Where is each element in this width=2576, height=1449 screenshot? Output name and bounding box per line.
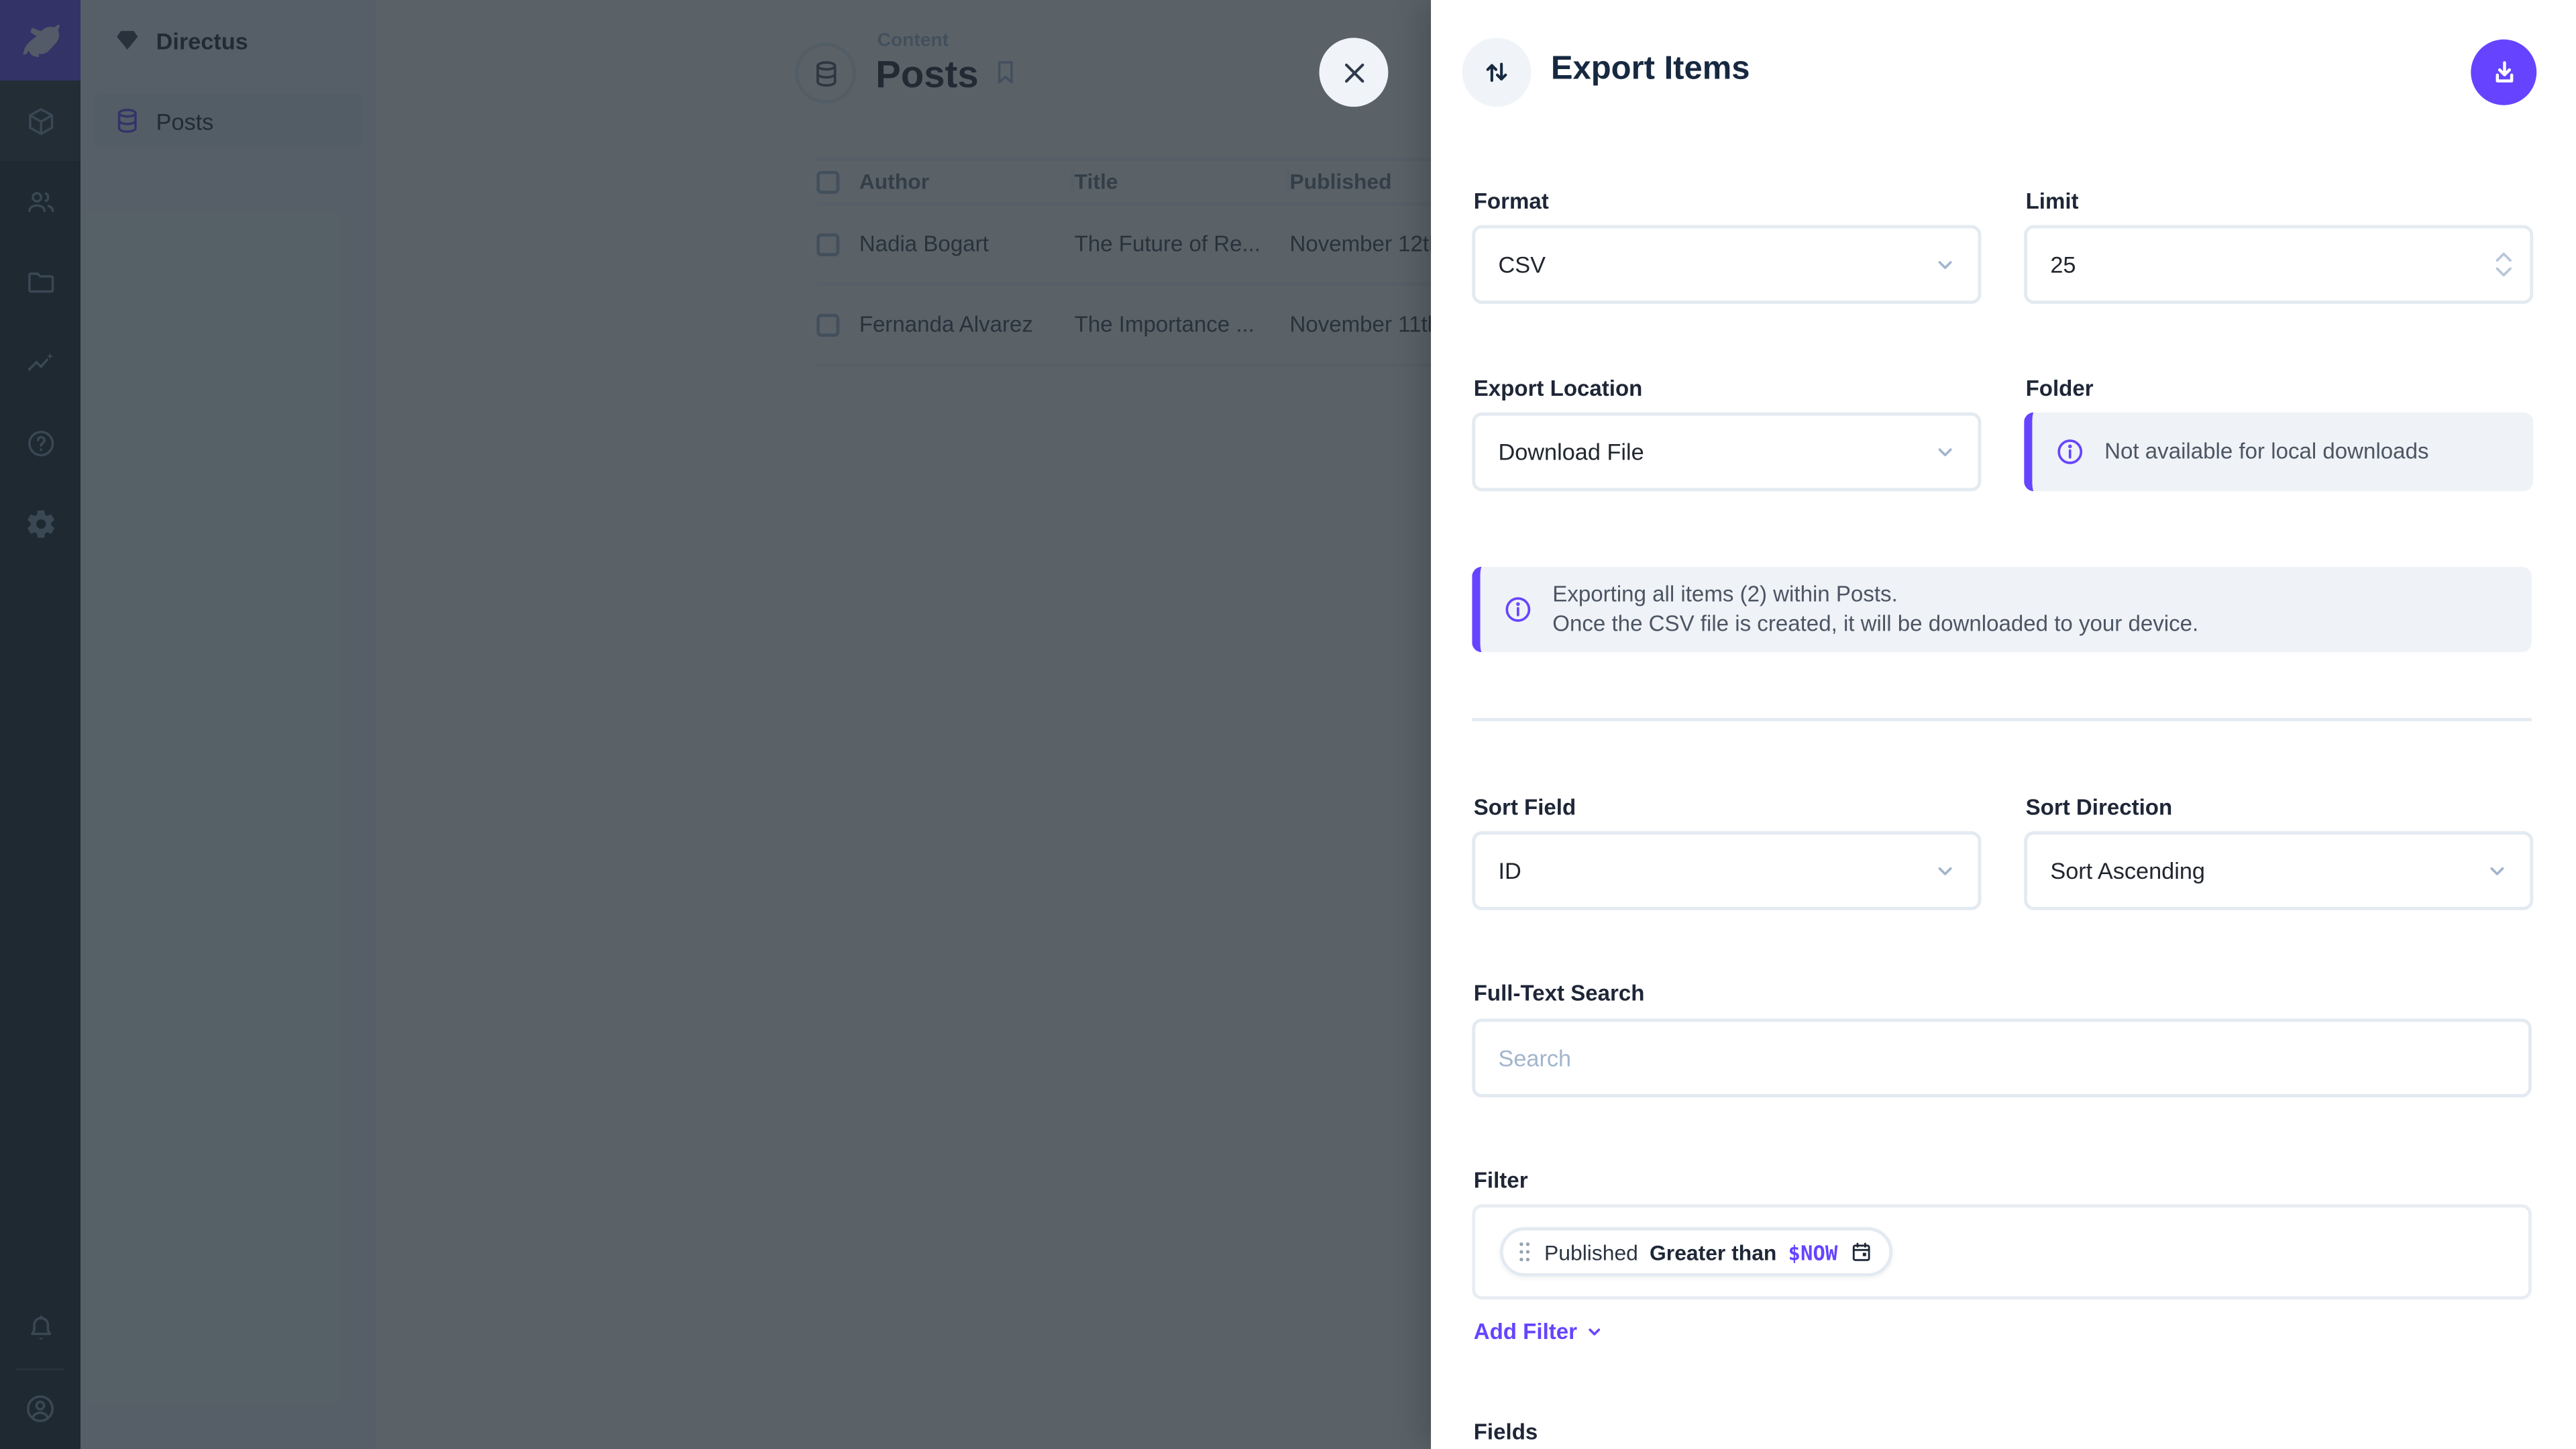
chevron-down-icon <box>1584 1321 1605 1342</box>
chevron-down-icon <box>1932 252 1958 278</box>
sort-direction-select[interactable]: Sort Ascending <box>2024 831 2533 910</box>
limit-value: 25 <box>2027 252 2494 278</box>
section-divider <box>1472 718 2532 721</box>
export-location-value: Download File <box>1475 439 1932 465</box>
limit-label: Limit <box>2026 189 2079 214</box>
limit-input[interactable]: 25 <box>2024 225 2533 305</box>
filter-operator[interactable]: Greater than <box>1650 1240 1776 1265</box>
screen: Directus Posts Content Posts <box>0 0 2576 1449</box>
filter-label: Filter <box>1474 1168 1528 1193</box>
chevron-up-icon <box>2494 252 2514 263</box>
folder-notice-text: Not available for local downloads <box>2104 437 2428 466</box>
download-icon <box>2488 56 2520 88</box>
sort-field-label: Sort Field <box>1474 795 1576 820</box>
sort-field-value: ID <box>1475 857 1932 883</box>
search-input[interactable] <box>1472 1018 2532 1097</box>
number-stepper[interactable] <box>2494 252 2514 278</box>
sort-field-select[interactable]: ID <box>1472 831 1981 910</box>
close-drawer-button[interactable] <box>1320 38 1389 107</box>
filter-value[interactable]: $NOW <box>1788 1240 1838 1265</box>
info-icon <box>2055 437 2085 466</box>
chevron-down-icon <box>2484 857 2510 883</box>
sort-direction-label: Sort Direction <box>2026 795 2173 820</box>
drawer-title: Export Items <box>1551 51 1750 89</box>
search-label: Full-Text Search <box>1474 981 1645 1006</box>
add-filter-label: Add Filter <box>1474 1320 1577 1344</box>
import-export-icon <box>1481 56 1513 89</box>
close-icon <box>1340 58 1368 87</box>
folder-label: Folder <box>2026 376 2094 401</box>
chevron-down-icon <box>1932 857 1958 883</box>
export-info-notice: Exporting all items (2) within Posts. On… <box>1472 567 2532 652</box>
format-select[interactable]: CSV <box>1472 225 1981 305</box>
sort-direction-value: Sort Ascending <box>2027 857 2484 883</box>
chevron-down-icon <box>2494 266 2514 278</box>
export-items-drawer: Export Items Format Limit CSV 25 Export … <box>1431 0 2576 1449</box>
filter-container: Published Greater than $NOW <box>1472 1204 2532 1299</box>
export-download-button[interactable] <box>2471 40 2536 105</box>
filter-field[interactable]: Published <box>1544 1240 1638 1265</box>
fields-label: Fields <box>1474 1419 1538 1444</box>
folder-notice: Not available for local downloads <box>2024 413 2533 492</box>
calendar-icon[interactable] <box>1849 1240 1872 1263</box>
drawer-header-icon <box>1462 38 1532 107</box>
filter-rule-chip[interactable]: Published Greater than $NOW <box>1500 1227 1892 1276</box>
export-info-text: Exporting all items (2) within Posts. On… <box>1552 580 2198 639</box>
chevron-down-icon <box>1932 439 1958 465</box>
export-location-label: Export Location <box>1474 376 1643 401</box>
add-filter-button[interactable]: Add Filter <box>1474 1320 1605 1344</box>
export-location-select[interactable]: Download File <box>1472 413 1981 492</box>
drag-handle-icon[interactable] <box>1516 1240 1532 1263</box>
info-icon <box>1503 595 1533 625</box>
format-label: Format <box>1474 189 1549 214</box>
format-value: CSV <box>1475 252 1932 278</box>
